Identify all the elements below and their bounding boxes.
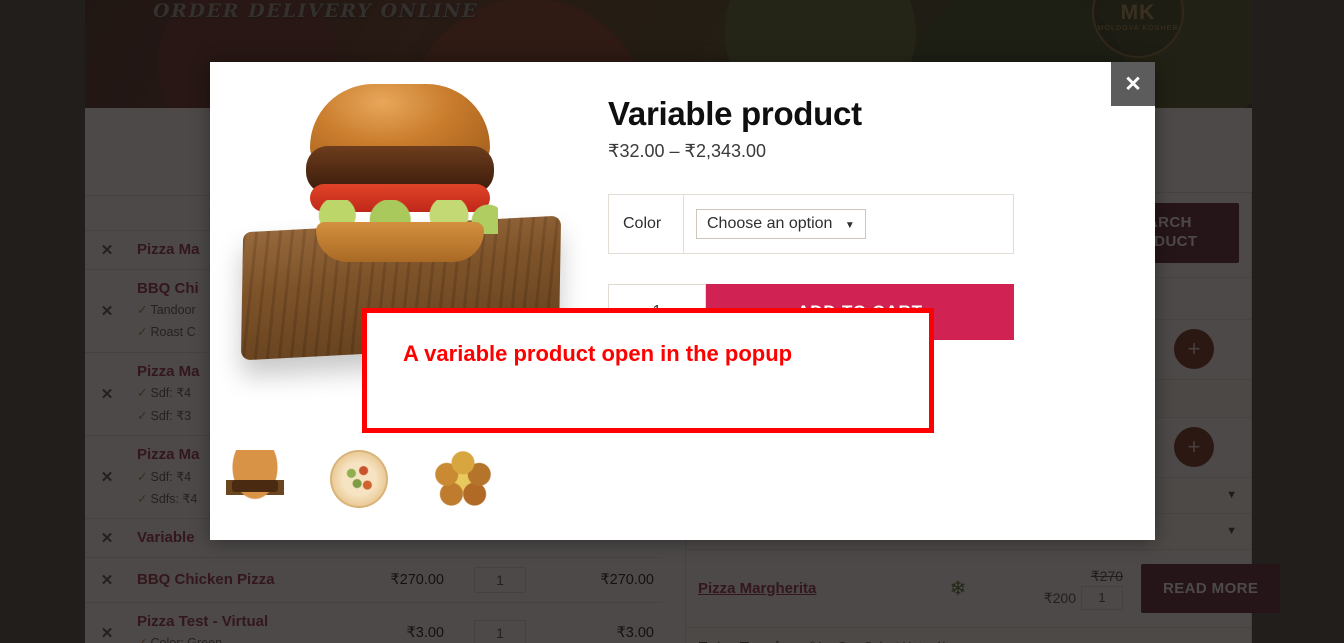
thumbnail-strip	[226, 450, 492, 508]
quick-view-modal: ✕ Variable product ₹32.00 – ₹2,343.00 Co…	[210, 62, 1155, 540]
variation-value-cell: Choose an option ▼	[684, 195, 1014, 254]
thali-thumbnail[interactable]	[434, 450, 492, 508]
variation-label-color: Color	[608, 194, 684, 254]
product-price-range: ₹32.00 – ₹2,343.00	[608, 141, 767, 162]
modal-body: Variable product ₹32.00 – ₹2,343.00 Colo…	[210, 62, 1155, 540]
chevron-down-icon: ▼	[844, 220, 855, 232]
variations-table: Color Choose an option ▼	[608, 194, 1014, 255]
product-title: Variable product	[608, 95, 862, 132]
modal-gallery	[210, 62, 608, 540]
screenshot-stage: ORDER DELIVERY ONLINE כשר MK MOLDOVA KOS…	[0, 0, 1344, 643]
burger-illustration	[302, 84, 498, 270]
variation-row-color: Color Choose an option ▼	[608, 194, 1014, 254]
burger-thumbnail[interactable]	[226, 450, 284, 508]
pizza-thumbnail[interactable]	[330, 450, 388, 508]
color-select-value: Choose an option	[707, 215, 833, 233]
modal-details: Variable product ₹32.00 – ₹2,343.00 Colo…	[608, 62, 1155, 540]
color-select[interactable]: Choose an option ▼	[696, 209, 866, 240]
annotation-box: A variable product open in the popup	[362, 308, 934, 433]
bun-bottom	[316, 222, 484, 262]
annotation-text: A variable product open in the popup	[403, 341, 793, 366]
